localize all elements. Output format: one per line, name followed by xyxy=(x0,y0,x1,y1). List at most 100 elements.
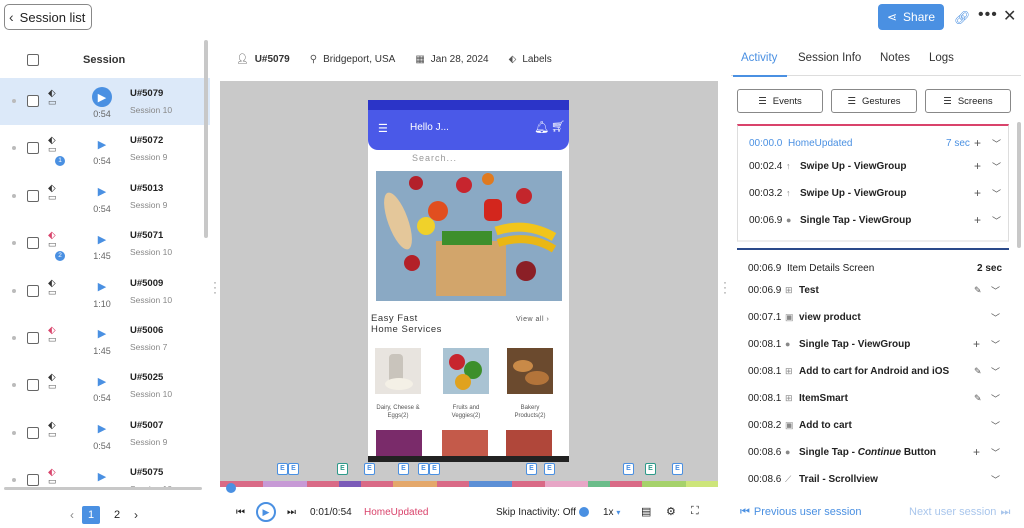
add-icon[interactable]: + xyxy=(973,337,980,351)
skip-back-icon[interactable]: ⏮︎ xyxy=(236,507,245,518)
row-checkbox[interactable] xyxy=(27,95,39,107)
chevron-down-icon[interactable]: ﹀ xyxy=(991,473,1000,486)
row-checkbox[interactable] xyxy=(27,379,39,392)
timeline-event-marker[interactable]: E xyxy=(526,463,537,475)
chevron-down-icon[interactable]: ﹀ xyxy=(991,365,1000,378)
session-row[interactable]: ⬖ ▭ 2 ▶ 1:45 U#5071 Session 10 xyxy=(0,220,210,267)
add-icon[interactable]: + xyxy=(973,445,980,459)
panel-resize-handle-right[interactable]: · · · xyxy=(723,276,727,298)
timeline-event-marker[interactable]: E xyxy=(672,463,683,475)
share-button[interactable]: ⋖ Share xyxy=(878,4,944,30)
add-icon[interactable]: + xyxy=(974,136,981,150)
session-row[interactable]: ⬖ ▭ ▶ 0:54 U#5079 Session 10 xyxy=(0,78,210,126)
back-to-session-list-button[interactable]: ‹ Session list xyxy=(4,4,92,30)
close-icon[interactable]: ✕ xyxy=(1003,6,1016,26)
activity-group-header[interactable]: 00:00.0 HomeUpdated 7 sec + ﹀ xyxy=(738,134,1010,152)
skip-inactivity-toggle[interactable]: Skip Inactivity: Off xyxy=(496,507,589,518)
pencil-icon[interactable]: ✎ xyxy=(974,285,982,296)
play-session-button[interactable]: ▶ xyxy=(92,277,112,297)
screens-filter-button[interactable]: ☰ Screens xyxy=(925,89,1011,113)
play-session-button[interactable]: ▶ xyxy=(92,324,112,344)
next-user-session-link[interactable]: Next user session ⏭︎ xyxy=(909,506,1010,519)
row-checkbox[interactable] xyxy=(27,331,39,344)
gestures-filter-button[interactable]: ☰ Gestures xyxy=(831,89,917,113)
session-list-horizontal-scrollbar[interactable] xyxy=(4,487,202,490)
session-row[interactable]: ⬖ ▭ ▶ 0:54 U#5025 Session 10 xyxy=(0,362,210,409)
timeline-event-marker[interactable]: E xyxy=(277,463,288,475)
timeline-event-marker[interactable]: E xyxy=(429,463,440,475)
play-session-button[interactable]: ▶ xyxy=(92,466,112,486)
play-button[interactable]: ▶ xyxy=(256,502,276,522)
activity-row[interactable]: 00:08.2 ▣ Add to cart ﹀ xyxy=(737,416,1009,434)
events-filter-button[interactable]: ☰ Events xyxy=(737,89,823,113)
session-list-scrollbar[interactable] xyxy=(204,40,208,238)
prev-page-icon[interactable]: ‹ xyxy=(70,508,74,522)
activity-row[interactable]: 00:07.1 ▣ view product ﹀ xyxy=(737,308,1009,326)
row-checkbox[interactable] xyxy=(27,474,39,487)
timeline-gesture-marker[interactable]: E xyxy=(645,463,656,475)
play-session-button[interactable]: ▶ xyxy=(92,134,112,154)
replay-viewport[interactable]: ☰ Hello J... 🔔︎ 🛒︎ Search... Easy Fast H… xyxy=(220,81,718,481)
chevron-down-icon[interactable]: ﹀ xyxy=(992,187,1001,200)
play-session-button[interactable]: ▶ xyxy=(92,229,112,249)
row-checkbox[interactable] xyxy=(27,189,39,202)
activity-row[interactable]: 00:06.9 ⊞ Test ✎ ﹀ xyxy=(737,281,1009,299)
chevron-down-icon[interactable]: ﹀ xyxy=(992,160,1001,173)
pencil-icon[interactable]: ✎ xyxy=(974,393,982,404)
page-1[interactable]: 1 xyxy=(82,506,100,524)
session-row[interactable]: ⬖ ▭ ▶ 1:45 U#5006 Session 7 xyxy=(0,315,210,362)
timeline-scrubber-handle[interactable] xyxy=(226,483,236,493)
tab-logs[interactable]: Logs xyxy=(929,52,954,64)
add-icon[interactable]: + xyxy=(974,186,981,200)
activity-row[interactable]: 00:08.1 ⊞ ItemSmart ✎ ﹀ xyxy=(737,389,1009,407)
activity-row[interactable]: 00:02.4 ↑ Swipe Up - ViewGroup + ﹀ xyxy=(738,157,1010,175)
timeline-gesture-marker[interactable]: E xyxy=(337,463,348,475)
drag-handle[interactable] xyxy=(12,99,16,103)
gear-icon[interactable]: ⚙ xyxy=(666,505,676,518)
activity-scrollbar[interactable] xyxy=(1017,122,1021,248)
session-row[interactable]: ⬖ ▭ 1 ▶ 0:54 U#5072 Session 9 xyxy=(0,125,210,172)
drag-handle[interactable] xyxy=(12,478,16,483)
next-page-icon[interactable]: › xyxy=(134,508,138,522)
chevron-down-icon[interactable]: ﹀ xyxy=(991,284,1000,297)
select-all-checkbox[interactable] xyxy=(27,54,39,66)
session-row[interactable]: ⬖▭▶U#5075Session 10 xyxy=(0,457,210,488)
panel-resize-handle-left[interactable]: · · · xyxy=(213,276,217,298)
activity-row[interactable]: 00:08.6 ⟋ Trail - Scrollview ﹀ xyxy=(737,470,1009,488)
previous-user-session-link[interactable]: ⏮︎ Previous user session xyxy=(740,506,862,519)
chevron-down-icon[interactable]: ﹀ xyxy=(991,338,1000,351)
add-icon[interactable]: + xyxy=(974,213,981,227)
session-row[interactable]: ⬖ ▭ ▶ 0:54 U#5013 Session 9 xyxy=(0,173,210,220)
timeline-event-marker[interactable]: E xyxy=(398,463,409,475)
tab-notes[interactable]: Notes xyxy=(880,52,910,64)
drag-handle[interactable] xyxy=(12,335,16,340)
chevron-down-icon[interactable]: ﹀ xyxy=(991,392,1000,405)
timeline-bar[interactable] xyxy=(220,481,718,487)
drag-handle[interactable] xyxy=(12,241,16,246)
tab-session-info[interactable]: Session Info xyxy=(798,52,861,64)
chevron-down-icon[interactable]: ﹀ xyxy=(991,446,1000,459)
timeline-event-marker[interactable]: E xyxy=(418,463,429,475)
drag-handle[interactable] xyxy=(12,430,16,435)
activity-row[interactable]: 00:03.2 ↑ Swipe Up - ViewGroup + ﹀ xyxy=(738,184,1010,202)
activity-row[interactable]: 00:08.6 ● Single Tap - Continue Button + ﹀ xyxy=(737,443,1009,461)
row-checkbox[interactable] xyxy=(27,142,39,155)
labels-button[interactable]: ⬖ Labels xyxy=(509,54,552,65)
timeline-event-marker[interactable]: E xyxy=(288,463,299,475)
playback-speed-select[interactable]: 1x ▾ xyxy=(603,507,620,518)
fullscreen-icon[interactable]: ⛶ xyxy=(691,505,699,518)
timeline-event-marker[interactable]: E xyxy=(623,463,634,475)
comment-icon[interactable]: ▤ xyxy=(641,505,651,518)
drag-handle[interactable] xyxy=(12,383,16,388)
play-session-button[interactable]: ▶ xyxy=(92,87,112,107)
activity-row[interactable]: 00:08.1 ● Single Tap - ViewGroup + ﹀ xyxy=(737,335,1009,353)
play-session-button[interactable]: ▶ xyxy=(92,419,112,439)
page-2[interactable]: 2 xyxy=(108,506,126,524)
timeline-event-marker[interactable]: E xyxy=(544,463,555,475)
pencil-icon[interactable]: ✎ xyxy=(974,366,982,377)
skip-forward-icon[interactable]: ⏭︎ xyxy=(287,507,296,518)
session-row[interactable]: ⬖ ▭ ▶ 0:54 U#5007 Session 9 xyxy=(0,410,210,457)
drag-handle[interactable] xyxy=(12,288,16,293)
link-icon[interactable]: 🔗︎ xyxy=(954,10,971,26)
drag-handle[interactable] xyxy=(12,146,16,151)
